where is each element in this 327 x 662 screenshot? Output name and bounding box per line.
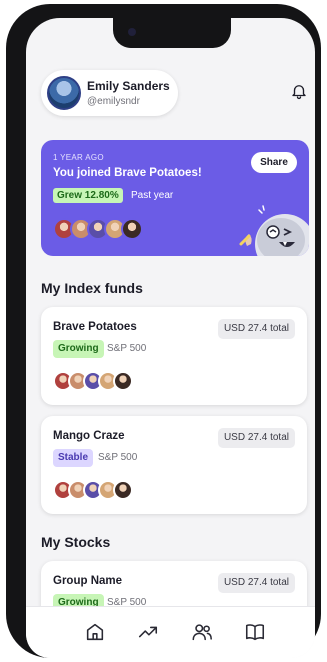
fund-card[interactable]: Brave Potatoes USD 27.4 total Growing S&… <box>41 307 307 405</box>
fund-index: S&P 500 <box>98 452 138 463</box>
banner-time-ago: 1 YEAR AGO <box>53 153 104 162</box>
stock-total: USD 27.4 total <box>217 573 295 593</box>
fund-index: S&P 500 <box>107 343 147 354</box>
stock-card[interactable]: Group Name USD 27.4 total Growing S&P 50… <box>41 561 307 608</box>
phone-frame: Emily Sanders @emilysndr 1 YEAR AGO You … <box>6 4 321 658</box>
member-avatar <box>113 371 133 391</box>
book-icon[interactable] <box>244 621 266 643</box>
fund-name: Mango Craze <box>53 430 125 442</box>
fund-member-avatars <box>53 371 133 391</box>
status-badge: Growing <box>53 340 104 358</box>
member-avatar <box>113 480 133 500</box>
bell-icon[interactable] <box>290 82 308 100</box>
profile-handle: @emilysndr <box>87 96 140 107</box>
profile-chip[interactable]: Emily Sanders @emilysndr <box>41 70 178 116</box>
growth-period: Past year <box>131 190 174 201</box>
avatar <box>47 76 81 110</box>
member-avatar <box>121 218 143 240</box>
app-screen: Emily Sanders @emilysndr 1 YEAR AGO You … <box>26 18 315 658</box>
growth-badge: Grew 12.80% <box>53 188 123 203</box>
stock-name: Group Name <box>53 575 123 587</box>
fund-member-avatars <box>53 480 133 500</box>
fund-total: USD 27.4 total <box>217 428 295 448</box>
bottom-tab-bar <box>26 606 315 658</box>
banner-headline: You joined Brave Potatoes! <box>53 167 202 179</box>
index-funds-title: My Index funds <box>41 280 143 296</box>
scroll-content[interactable]: Emily Sanders @emilysndr 1 YEAR AGO You … <box>26 18 315 608</box>
profile-name: Emily Sanders <box>87 79 170 93</box>
share-button[interactable]: Share <box>251 152 297 173</box>
users-icon[interactable] <box>191 621 213 643</box>
stocks-title: My Stocks <box>41 534 111 550</box>
fund-total: USD 27.4 total <box>217 319 295 339</box>
status-badge: Stable <box>53 449 94 467</box>
banner-member-avatars <box>53 218 143 240</box>
home-icon[interactable] <box>84 621 106 643</box>
mascot-illustration <box>239 205 309 256</box>
fund-name: Brave Potatoes <box>53 321 137 333</box>
trending-icon[interactable] <box>137 621 159 643</box>
anniversary-banner: 1 YEAR AGO You joined Brave Potatoes! Gr… <box>41 140 309 256</box>
camera-icon <box>128 28 136 36</box>
fund-card[interactable]: Mango Craze USD 27.4 total Stable S&P 50… <box>41 416 307 514</box>
